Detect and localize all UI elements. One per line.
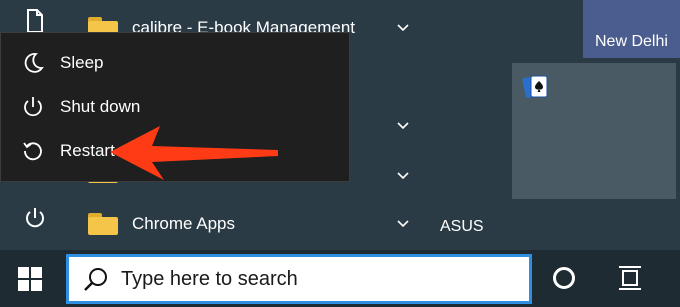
document-icon[interactable] xyxy=(22,8,48,34)
power-icon[interactable] xyxy=(22,205,48,231)
task-view-icon[interactable] xyxy=(617,265,643,291)
search-input[interactable] xyxy=(121,267,501,291)
tiles-area: New Delhi ASUS xyxy=(420,0,680,250)
sleep-label: Sleep xyxy=(60,53,104,72)
weather-tile-label: New Delhi xyxy=(595,33,668,50)
restart-label: Restart xyxy=(60,141,115,160)
annotation-arrow-icon xyxy=(110,126,278,180)
solitaire-tile[interactable] xyxy=(512,63,676,199)
folder-icon xyxy=(88,213,118,235)
shutdown-label: Shut down xyxy=(60,97,141,116)
start-menu: calibre - E-book Management Chrome Apps … xyxy=(0,0,680,250)
cortana-icon[interactable] xyxy=(553,267,575,289)
tile-group-label: ASUS xyxy=(440,218,484,235)
taskbar xyxy=(0,250,680,307)
chevron-down-icon[interactable] xyxy=(396,217,410,231)
windows-start-icon[interactable] xyxy=(16,265,44,293)
power-icon xyxy=(20,94,46,120)
chevron-down-icon[interactable] xyxy=(396,21,410,35)
taskbar-search-box[interactable] xyxy=(66,254,532,304)
chevron-down-icon[interactable] xyxy=(396,119,410,133)
chevron-down-icon[interactable] xyxy=(396,169,410,183)
sleep-option[interactable]: Sleep xyxy=(1,41,350,85)
restart-icon xyxy=(20,138,46,164)
cards-icon xyxy=(522,75,548,98)
app-label: Chrome Apps xyxy=(132,214,235,233)
weather-tile[interactable]: New Delhi xyxy=(583,0,680,58)
moon-icon xyxy=(20,50,46,76)
search-icon xyxy=(84,268,107,291)
list-item[interactable]: Chrome Apps xyxy=(70,204,420,244)
shutdown-option[interactable]: Shut down xyxy=(1,85,350,129)
